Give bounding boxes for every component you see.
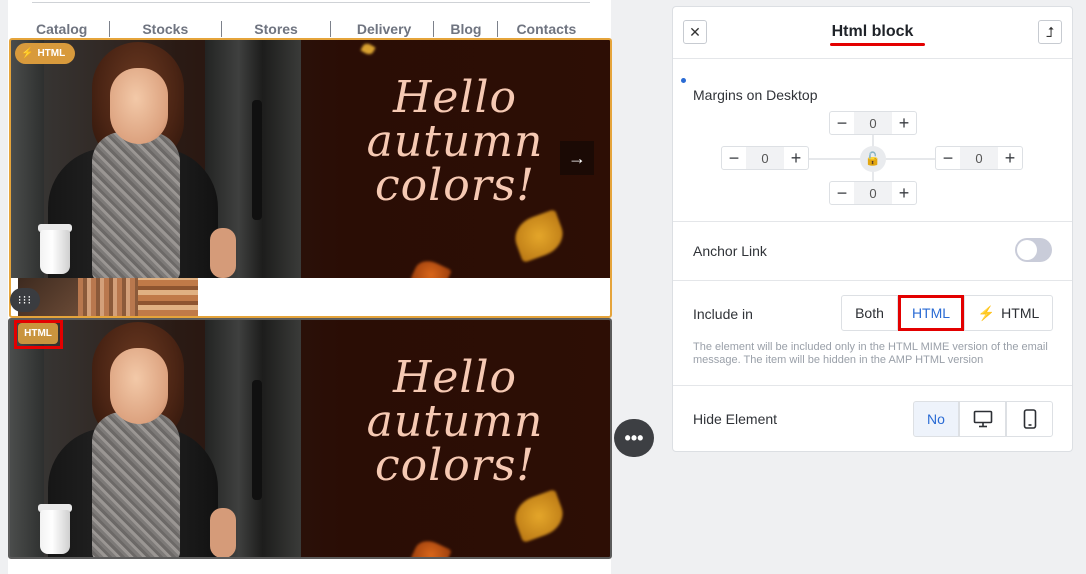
nav-item-contacts[interactable]: Contacts [516,21,576,37]
nav-separator [497,21,499,37]
nav-item-stores[interactable]: Stores [254,21,298,37]
drag-handle[interactable]: ⁝⁝⁝ [10,288,40,312]
margin-top-value[interactable]: 0 [854,112,892,134]
hide-desktop-option[interactable] [959,401,1006,437]
margin-bottom-increment[interactable]: + [892,182,916,204]
nav-item-blog[interactable]: Blog [450,21,481,37]
margin-bottom-decrement[interactable]: − [830,182,854,204]
unlock-icon: 🔓 [864,151,882,166]
include-both-option[interactable]: Both [841,295,898,331]
lightning-icon: ⚡ [977,304,996,321]
settings-panel: ✕ Html block ⮥ Margins on Desktop − 0 + … [672,6,1073,452]
hovered-block-frame[interactable] [8,318,612,559]
margin-bottom-value[interactable]: 0 [854,182,892,204]
nav-item-delivery[interactable]: Delivery [357,21,411,37]
selected-block-frame[interactable] [9,38,612,318]
select-parent-button[interactable]: ⮥ [1038,20,1062,44]
level-up-icon: ⮥ [1045,23,1055,40]
margin-right-increment[interactable]: + [998,147,1022,169]
margin-top-increment[interactable]: + [892,112,916,134]
margin-right-stepper: − 0 + [935,146,1023,170]
nav-top-line [32,2,590,3]
margin-left-stepper: − 0 + [721,146,809,170]
include-amp-html-label: HTML [1001,305,1040,321]
title-highlight-underline [830,43,925,46]
margin-left-value[interactable]: 0 [746,147,784,169]
margin-left-decrement[interactable]: − [722,147,746,169]
margin-lock-button[interactable]: 🔓 [860,146,886,172]
toggle-knob [1017,240,1037,260]
include-in-label: Include in [693,306,753,322]
section-indicator-dot [681,78,686,83]
margin-top-stepper: − 0 + [829,111,917,135]
margin-right-value[interactable]: 0 [960,147,998,169]
html-badge-top[interactable]: ⚡ HTML [15,43,76,64]
include-amp-html-option[interactable]: ⚡ HTML [964,295,1053,331]
section-divider [673,221,1072,222]
margins-label: Margins on Desktop [693,87,818,103]
include-help-text: The element will be included only in the… [693,341,1048,366]
margin-bottom-stepper: − 0 + [829,181,917,205]
desktop-icon [973,410,992,428]
hide-no-option[interactable]: No [913,401,959,437]
mobile-icon [1023,409,1036,429]
hide-mobile-option[interactable] [1006,401,1053,437]
nav-separator [221,21,223,37]
margin-right-decrement[interactable]: − [936,147,960,169]
hide-element-label: Hide Element [693,411,778,427]
dots-icon: ⁝⁝⁝ [17,293,33,307]
nav-item-catalog[interactable]: Catalog [36,21,87,37]
nav-separator [329,21,331,37]
nav-menu: Catalog Stocks Stores Delivery Blog Cont… [28,20,598,38]
section-divider [673,280,1072,281]
anchor-link-label: Anchor Link [693,243,767,259]
nav-item-stocks[interactable]: Stocks [142,21,188,37]
lightning-icon: ⚡ [21,48,34,59]
margin-left-increment[interactable]: + [784,147,808,169]
include-html-option[interactable]: HTML [898,295,964,331]
nav-separator [433,21,435,37]
margin-top-decrement[interactable]: − [830,112,854,134]
highlight-box-badge [14,320,63,349]
nav-separator [109,21,111,37]
more-options-button[interactable]: ••• [614,419,654,457]
html-badge-label: HTML [37,48,66,59]
ellipsis-icon: ••• [624,427,644,448]
panel-header: ✕ Html block ⮥ [673,7,1072,59]
section-divider [673,385,1072,386]
panel-title: Html block [831,23,914,40]
anchor-link-toggle[interactable] [1015,238,1052,262]
